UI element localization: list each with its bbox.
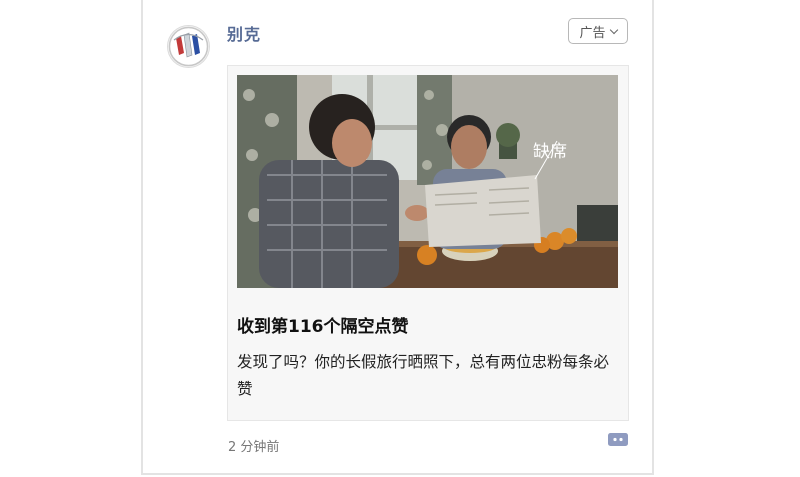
ad-headline[interactable]: 收到第116个隔空点赞 xyxy=(237,312,409,337)
buick-logo xyxy=(168,26,209,67)
comment-icon[interactable] xyxy=(607,432,629,450)
post-timestamp: 2 分钟前 xyxy=(228,440,280,455)
ad-label-text: 广告 xyxy=(579,25,606,41)
ad-description[interactable]: 发现了吗？你的长假旅行晒照下，总有两位忠粉每条必赞 xyxy=(237,349,621,403)
ad-photo[interactable]: 缺席 xyxy=(237,75,618,288)
author-avatar[interactable] xyxy=(167,25,210,68)
photo-overlay-text: 缺席 xyxy=(533,142,567,162)
author-name[interactable]: 别克 xyxy=(227,21,261,45)
ad-label-button[interactable]: 广告 xyxy=(568,18,628,44)
chevron-down-icon xyxy=(609,25,618,34)
